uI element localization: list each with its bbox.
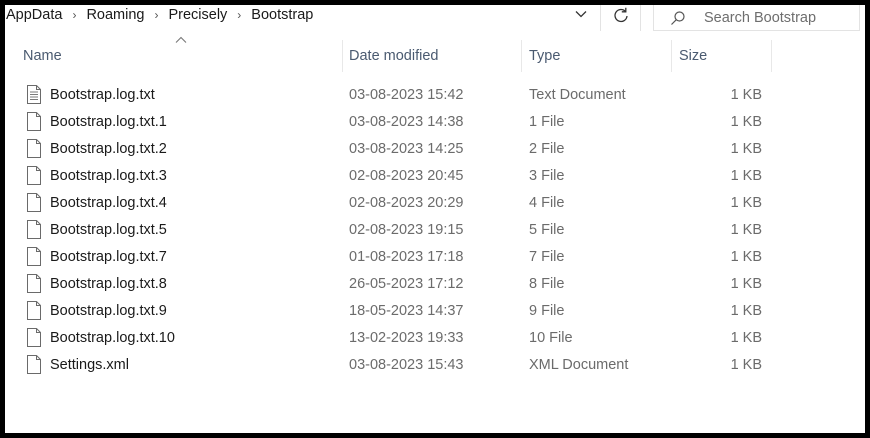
file-type: 4 File	[529, 194, 565, 211]
file-icon	[27, 139, 41, 158]
file-date-modified: 02-08-2023 19:15	[349, 221, 464, 238]
column-header-row: Name Date modified Type Size	[5, 36, 860, 72]
file-name[interactable]: Bootstrap.log.txt.10	[50, 324, 175, 351]
file-type: 2 File	[529, 140, 565, 157]
refresh-icon[interactable]	[611, 5, 631, 25]
address-toolbar: AppData › Roaming › Precisely › Bootstra…	[0, 0, 870, 32]
file-name[interactable]: Bootstrap.log.txt.2	[50, 135, 167, 162]
chevron-right-icon[interactable]: ›	[227, 8, 251, 22]
file-type: 7 File	[529, 248, 565, 265]
file-row[interactable]: Settings.xml 03-08-2023 15:43 XML Document…	[5, 351, 860, 378]
file-name[interactable]: Bootstrap.log.txt.7	[50, 243, 167, 270]
search-input[interactable]: Search Bootstrap	[704, 10, 816, 26]
file-type: XML Document	[529, 356, 629, 373]
file-date-modified: 02-08-2023 20:29	[349, 194, 464, 211]
column-divider[interactable]	[342, 40, 343, 72]
file-size: 1 KB	[730, 113, 762, 130]
column-header-type[interactable]: Type	[529, 40, 671, 72]
file-date-modified: 03-08-2023 14:38	[349, 113, 464, 130]
column-header-date-modified[interactable]: Date modified	[349, 40, 521, 72]
file-size: 1 KB	[730, 167, 762, 184]
file-name[interactable]: Bootstrap.log.txt.3	[50, 162, 167, 189]
file-row[interactable]: Bootstrap.log.txt.7 01-08-2023 17:18 7 Fil…	[5, 243, 860, 270]
file-size: 1 KB	[730, 194, 762, 211]
file-name[interactable]: Bootstrap.log.txt	[50, 81, 155, 108]
file-icon	[27, 112, 41, 131]
column-divider[interactable]	[771, 40, 772, 72]
file-row[interactable]: Bootstrap.log.txt.8 26-05-2023 17:12 8 Fil…	[5, 270, 860, 297]
file-date-modified: 18-05-2023 14:37	[349, 302, 464, 319]
file-icon	[27, 301, 41, 320]
file-row[interactable]: Bootstrap.log.txt.1 03-08-2023 14:38 1 Fil…	[5, 108, 860, 135]
file-type: 8 File	[529, 275, 565, 292]
file-row[interactable]: Bootstrap.log.txt.5 02-08-2023 19:15 5 Fil…	[5, 216, 860, 243]
file-icon	[27, 274, 41, 293]
file-date-modified: 02-08-2023 20:45	[349, 167, 464, 184]
column-divider[interactable]	[671, 40, 672, 72]
file-size: 1 KB	[730, 275, 762, 292]
chevron-right-icon[interactable]: ›	[62, 8, 86, 22]
file-size: 1 KB	[730, 302, 762, 319]
file-date-modified: 26-05-2023 17:12	[349, 275, 464, 292]
breadcrumb-appdata[interactable]: AppData	[6, 7, 62, 23]
search-icon	[671, 10, 685, 25]
file-icon	[27, 328, 41, 347]
file-icon	[27, 193, 41, 212]
file-date-modified: 03-08-2023 15:43	[349, 356, 464, 373]
file-icon	[27, 355, 41, 374]
file-size: 1 KB	[730, 140, 762, 157]
chevron-down-icon[interactable]	[574, 7, 588, 21]
toolbar-divider	[640, 5, 641, 31]
file-date-modified: 13-02-2023 19:33	[349, 329, 464, 346]
file-date-modified: 03-08-2023 14:25	[349, 140, 464, 157]
file-size: 1 KB	[730, 356, 762, 373]
column-header-name[interactable]: Name	[23, 40, 341, 72]
search-box[interactable]: Search Bootstrap	[653, 5, 860, 31]
column-divider[interactable]	[521, 40, 522, 72]
file-row[interactable]: Bootstrap.log.txt.9 18-05-2023 14:37 9 Fil…	[5, 297, 860, 324]
file-size: 1 KB	[730, 221, 762, 238]
file-type: 1 File	[529, 113, 565, 130]
file-type: 9 File	[529, 302, 565, 319]
file-type: 3 File	[529, 167, 565, 184]
file-name[interactable]: Bootstrap.log.txt.1	[50, 108, 167, 135]
column-header-size[interactable]: Size	[679, 40, 771, 72]
breadcrumb-bootstrap[interactable]: Bootstrap	[251, 7, 313, 23]
file-date-modified: 01-08-2023 17:18	[349, 248, 464, 265]
file-name[interactable]: Settings.xml	[50, 351, 129, 378]
file-size: 1 KB	[730, 248, 762, 265]
file-type: 5 File	[529, 221, 565, 238]
file-name[interactable]: Bootstrap.log.txt.5	[50, 216, 167, 243]
toolbar-divider	[600, 5, 601, 31]
file-size: 1 KB	[730, 86, 762, 103]
text-document-icon	[27, 85, 41, 104]
file-size: 1 KB	[730, 329, 762, 346]
breadcrumb[interactable]: AppData › Roaming › Precisely › Bootstra…	[6, 6, 313, 24]
breadcrumb-roaming[interactable]: Roaming	[86, 7, 144, 23]
file-row[interactable]: Bootstrap.log.txt.2 03-08-2023 14:25 2 Fil…	[5, 135, 860, 162]
file-icon	[27, 166, 41, 185]
file-date-modified: 03-08-2023 15:42	[349, 86, 464, 103]
file-row[interactable]: Bootstrap.log.txt.10 13-02-2023 19:33 10 F…	[5, 324, 860, 351]
file-icon	[27, 247, 41, 266]
breadcrumb-precisely[interactable]: Precisely	[168, 7, 227, 23]
file-name[interactable]: Bootstrap.log.txt.4	[50, 189, 167, 216]
file-type: 10 File	[529, 329, 573, 346]
file-row[interactable]: Bootstrap.log.txt.4 02-08-2023 20:29 4 Fil…	[5, 189, 860, 216]
file-row[interactable]: Bootstrap.log.txt 03-08-2023 15:42 Text Do…	[5, 81, 860, 108]
file-row[interactable]: Bootstrap.log.txt.3 02-08-2023 20:45 3 Fil…	[5, 162, 860, 189]
file-name[interactable]: Bootstrap.log.txt.9	[50, 297, 167, 324]
chevron-right-icon[interactable]: ›	[144, 8, 168, 22]
file-name[interactable]: Bootstrap.log.txt.8	[50, 270, 167, 297]
file-icon	[27, 220, 41, 239]
file-type: Text Document	[529, 86, 626, 103]
